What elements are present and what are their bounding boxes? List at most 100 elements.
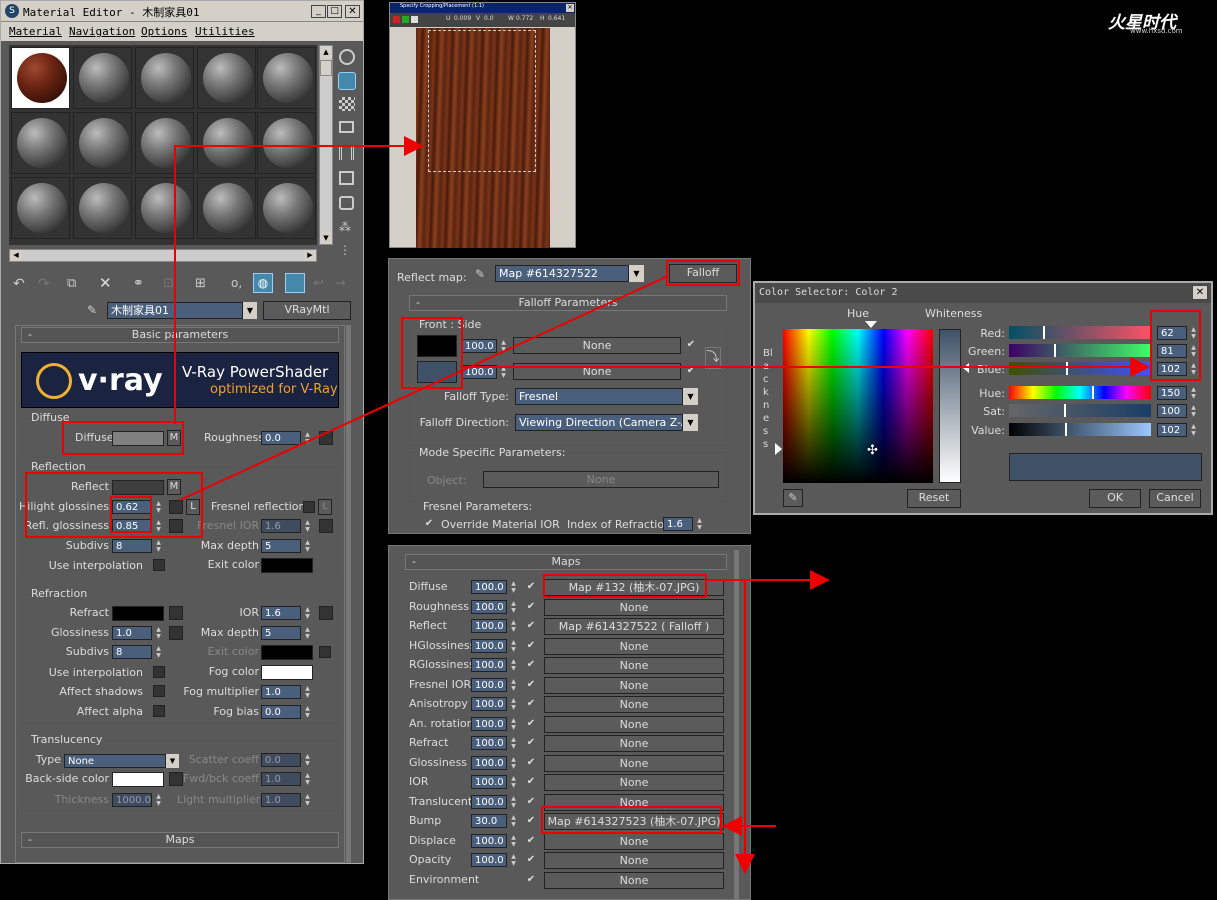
map-row-spinner[interactable]: ▲ ▼ — [509, 580, 518, 594]
sample-slot[interactable] — [257, 112, 316, 174]
map-row-checkbox[interactable]: ✔ — [525, 776, 537, 788]
sample-slot[interactable] — [197, 177, 256, 239]
hue-slider[interactable] — [1009, 386, 1151, 399]
falloff-direction-select[interactable]: Viewing Direction (Camera Z-Axis) — [515, 414, 683, 431]
map-row-spinner[interactable]: ▲ ▼ — [509, 717, 518, 731]
map-row-spinner[interactable]: ▲ ▼ — [509, 619, 518, 633]
sample-slot[interactable] — [135, 47, 194, 109]
falloff-params-rollout[interactable]: - Falloff Parameters — [409, 295, 727, 311]
front-amount-spinner[interactable]: ▲ ▼ — [499, 339, 508, 353]
refl-use-interpolation-checkbox[interactable] — [153, 559, 165, 571]
fog-multiplier-spinner[interactable]: ▲ ▼ — [303, 685, 312, 699]
map-row-spinner[interactable]: ▲ ▼ — [509, 853, 518, 867]
front-map-button[interactable]: None — [513, 337, 681, 354]
override-ior-checkbox[interactable]: ✔ — [423, 518, 435, 530]
pick-map-icon[interactable]: ✎ — [475, 267, 489, 281]
horizontal-scrollbar[interactable]: ◀ ▶ — [9, 249, 317, 262]
map-row-spinner[interactable]: ▲ ▼ — [509, 834, 518, 848]
map-row-amount[interactable]: 100.0 — [471, 853, 507, 867]
sample-slot[interactable] — [11, 47, 70, 109]
sample-type-icon[interactable] — [339, 49, 355, 65]
minimize-button[interactable]: _ — [311, 5, 326, 18]
map-row-amount[interactable]: 100.0 — [471, 794, 507, 809]
fog-bias-spinner[interactable]: ▲ ▼ — [303, 705, 312, 719]
map-row-map-button[interactable]: None — [544, 871, 724, 889]
color-selector-close-button[interactable]: ✕ — [1192, 285, 1208, 300]
map-row-amount[interactable]: 100.0 — [471, 619, 507, 633]
swap-colors-icon[interactable]: ⤵ — [705, 347, 721, 369]
map-row-spinner[interactable]: ▲ ▼ — [509, 775, 518, 789]
green-slider-thumb[interactable] — [1054, 344, 1056, 357]
refr-exit-color-swatch[interactable] — [261, 645, 313, 660]
red-slider[interactable] — [1009, 326, 1151, 339]
uv-tiling-icon[interactable] — [339, 121, 354, 133]
crop-w-value[interactable]: 0.772 — [516, 15, 533, 22]
sample-slot[interactable] — [257, 47, 316, 109]
put-to-scene-icon[interactable]: ↷ — [38, 276, 54, 292]
map-row-map-button[interactable]: None — [544, 657, 724, 674]
sample-slot[interactable] — [135, 112, 194, 174]
fog-color-swatch[interactable] — [261, 665, 313, 680]
map-row-amount[interactable]: 100.0 — [471, 755, 507, 770]
material-name-input[interactable]: 木制家具01 — [107, 302, 243, 319]
sample-slot[interactable] — [135, 177, 194, 239]
map-row-amount[interactable]: 30.0 — [471, 814, 507, 828]
side-amount-spinner[interactable]: ▲ ▼ — [499, 365, 508, 379]
hue-slider-thumb[interactable] — [1092, 386, 1094, 399]
map-row-amount[interactable]: 100.0 — [471, 833, 507, 848]
map-row-checkbox[interactable]: ✔ — [525, 737, 537, 749]
map-row-spinner[interactable]: ▲ ▼ — [509, 756, 518, 770]
menu-utilities[interactable]: Utilities — [195, 25, 255, 38]
map-row-checkbox[interactable]: ✔ — [525, 854, 537, 866]
scroll-thumb[interactable] — [320, 60, 332, 76]
map-row-checkbox[interactable]: ✔ — [525, 640, 537, 652]
ok-button[interactable]: OK — [1089, 489, 1141, 508]
material-name-dropdown-icon[interactable]: ▼ — [243, 302, 257, 319]
green-slider[interactable] — [1009, 344, 1151, 357]
fresnel-reflections-checkbox[interactable] — [303, 501, 315, 513]
fresnel-ior-spinner[interactable]: ▲ ▼ — [303, 519, 312, 533]
refl-exit-color-swatch[interactable] — [261, 558, 313, 573]
sat-input[interactable]: 100 — [1157, 404, 1187, 418]
map-row-map-button[interactable]: None — [544, 735, 724, 752]
maps-panel-scrollbar[interactable] — [734, 550, 739, 900]
map-row-map-button[interactable]: None — [544, 598, 724, 616]
material-navigator-icon[interactable]: ⋮ — [339, 243, 354, 257]
options-icon[interactable] — [339, 196, 354, 210]
assign-material-icon[interactable]: ⧉ — [67, 276, 83, 292]
blue-slider-thumb[interactable] — [1066, 362, 1068, 375]
eyedropper-icon[interactable]: ✎ — [783, 489, 803, 507]
vertical-scrollbar[interactable]: ▲ ▼ — [319, 45, 333, 245]
material-type-button[interactable]: VRayMtl — [263, 301, 351, 320]
map-row-amount[interactable]: 100.0 — [471, 736, 507, 750]
pick-material-icon[interactable]: ✎ — [87, 303, 101, 317]
roughness-input[interactable]: 0.0 — [261, 431, 301, 445]
scatter-coeff-spinner[interactable]: ▲ ▼ — [303, 753, 312, 767]
map-row-checkbox[interactable]: ✔ — [525, 718, 537, 730]
map-row-amount[interactable]: 100.0 — [471, 775, 507, 789]
crop-close-button[interactable]: ✕ — [566, 4, 574, 12]
map-row-spinner[interactable]: ▲ ▼ — [509, 697, 518, 711]
map-row-amount[interactable]: 100.0 — [471, 677, 507, 692]
fresnel-ior-map-button[interactable] — [319, 519, 333, 533]
map-row-amount[interactable]: 100.0 — [471, 638, 507, 653]
fog-multiplier-input[interactable]: 1.0 — [261, 685, 301, 699]
light-multiplier-spinner[interactable]: ▲ ▼ — [303, 793, 312, 807]
fresnel-ior-input[interactable]: 1.6 — [261, 519, 301, 533]
sample-slot[interactable] — [73, 177, 132, 239]
menu-navigation[interactable]: Navigation — [69, 25, 135, 38]
map-row-checkbox[interactable]: ✔ — [525, 835, 537, 847]
refr-exit-color-checkbox[interactable] — [319, 646, 331, 658]
front-amount-input[interactable]: 100.0 — [461, 339, 497, 353]
refr-gloss-map-button[interactable] — [169, 626, 183, 640]
cancel-button[interactable]: Cancel — [1149, 489, 1201, 508]
scroll-down-icon[interactable]: ▼ — [320, 232, 332, 244]
show-end-result-icon[interactable]: ◍ — [253, 273, 273, 293]
get-material-icon[interactable]: ↶ — [13, 276, 29, 292]
rollout-scrollbar[interactable] — [346, 325, 351, 863]
go-to-parent-icon[interactable] — [285, 273, 305, 293]
scroll-right-icon[interactable]: ▶ — [304, 250, 316, 261]
reset-button[interactable]: Reset — [907, 489, 961, 508]
map-row-amount[interactable]: 100.0 — [471, 580, 507, 594]
refract-map-button[interactable] — [169, 606, 183, 620]
